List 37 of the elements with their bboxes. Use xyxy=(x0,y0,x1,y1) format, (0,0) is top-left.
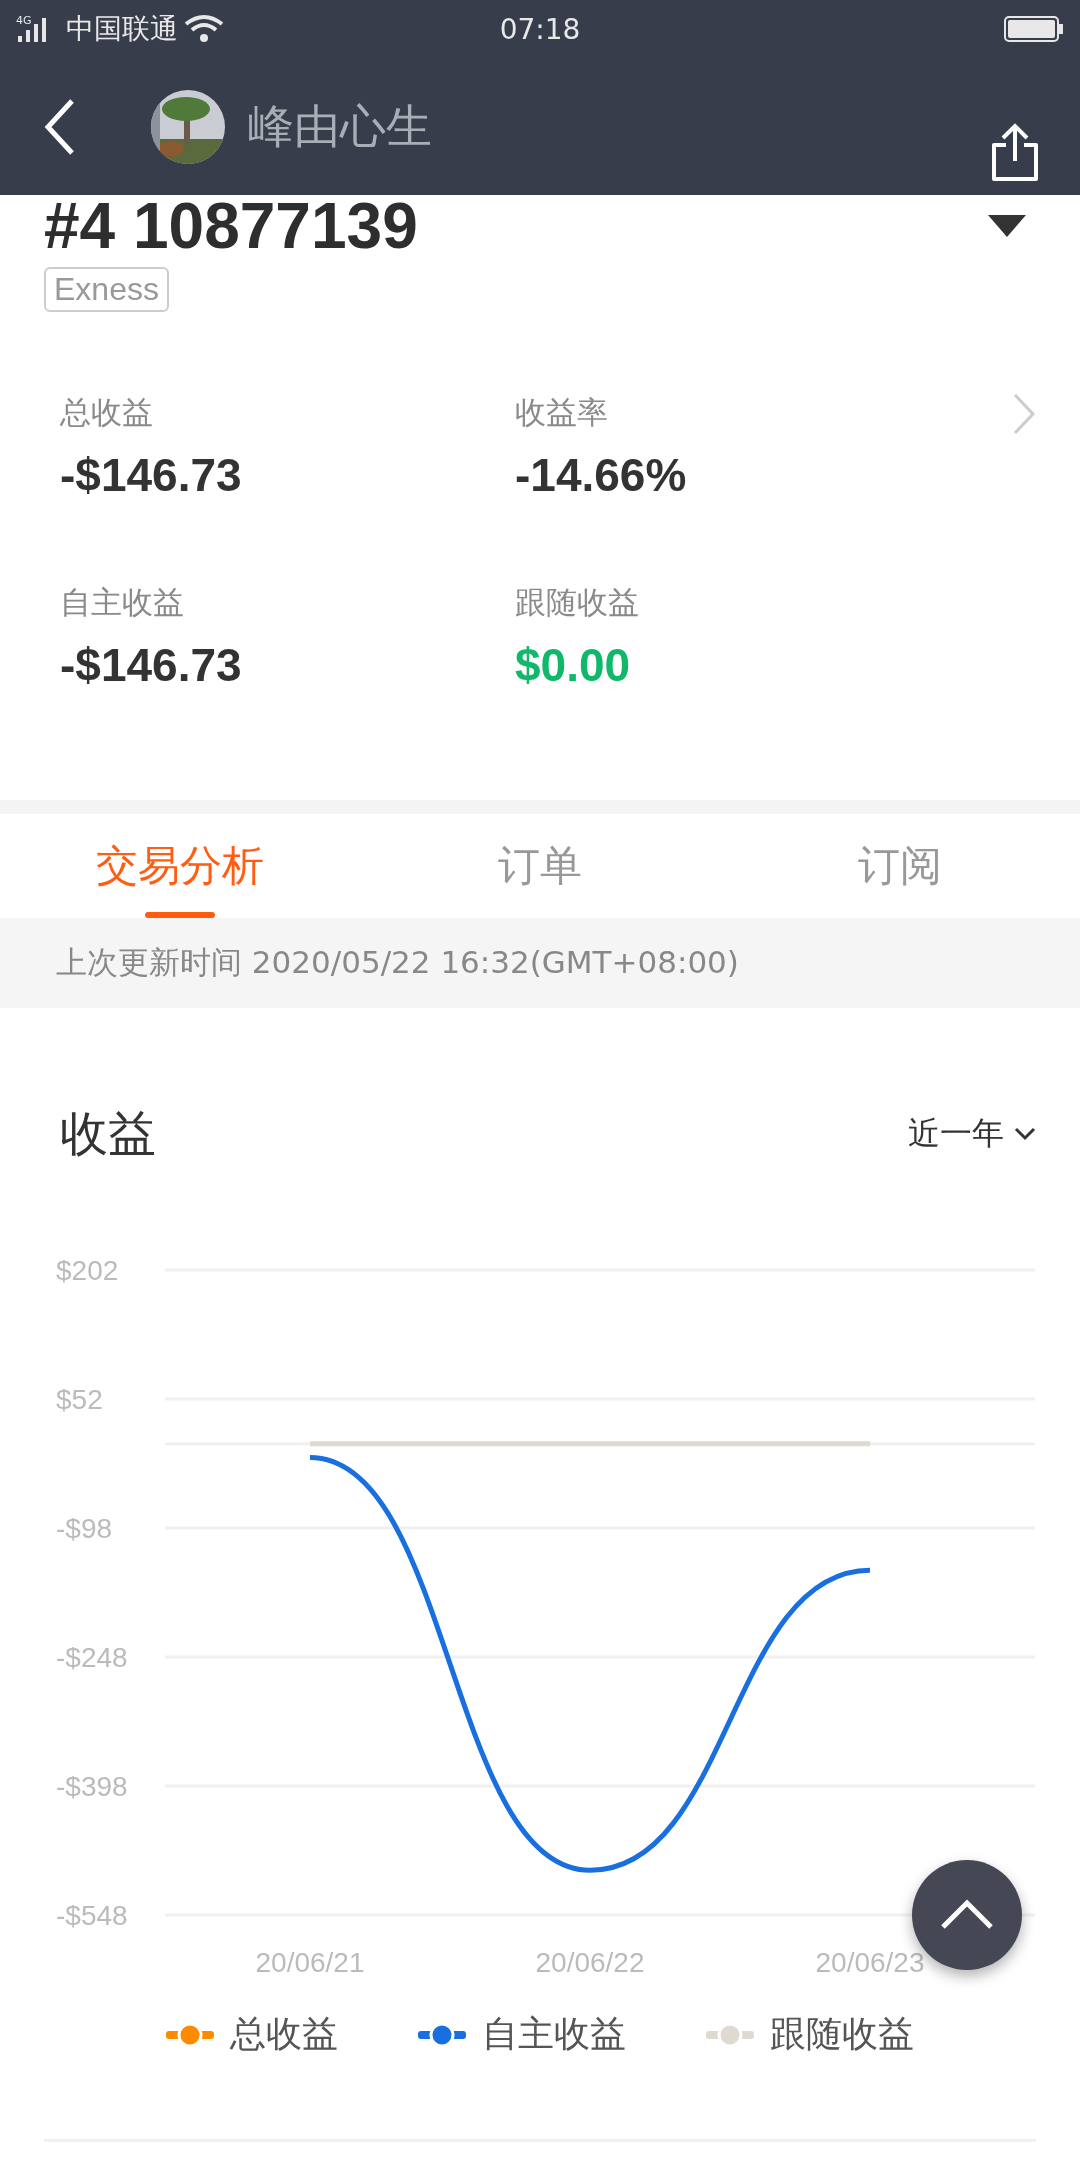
stat-value: -$146.73 xyxy=(60,638,243,692)
stat-value: $0.00 xyxy=(515,638,632,692)
user-name: 峰由心生 xyxy=(248,97,432,155)
chevron-down-icon xyxy=(1014,1127,1036,1141)
legend-label: 跟随收益 xyxy=(770,2012,914,2056)
x-axis-label: 20/06/22 xyxy=(535,1947,645,1978)
dropdown-icon[interactable] xyxy=(988,215,1026,237)
stat-label: 自主收益 xyxy=(60,583,185,622)
status-time: 07:18 xyxy=(499,12,581,46)
update-time: 上次更新时间 2020/05/22 16:32(GMT+08:00) xyxy=(56,943,739,982)
tab[interactable]: 订单 xyxy=(360,814,720,918)
x-axis-label: 20/06/23 xyxy=(815,1947,925,1978)
tab[interactable]: 交易分析 xyxy=(0,814,360,918)
legend-label: 总收益 xyxy=(230,2012,338,2056)
stat-label: 跟随收益 xyxy=(515,583,640,622)
legend-label: 自主收益 xyxy=(482,2012,626,2056)
wifi-icon xyxy=(184,14,226,44)
x-axis-label: 20/06/21 xyxy=(255,1947,365,1978)
period-selector[interactable]: 近一年 xyxy=(908,1112,1036,1156)
battery-icon xyxy=(1004,16,1064,42)
carrier-name: 中国联通 xyxy=(66,11,178,47)
stat-label: 总收益 xyxy=(60,393,154,432)
y-axis-label: $52 xyxy=(56,1384,103,1415)
share-icon[interactable] xyxy=(990,123,1040,183)
y-axis-label: -$98 xyxy=(56,1513,113,1544)
chevron-up-icon xyxy=(939,1899,995,1931)
broker-tag: Exness xyxy=(44,267,169,312)
y-axis-label: -$248 xyxy=(56,1642,128,1673)
y-axis-label: $202 xyxy=(56,1255,119,1286)
y-axis-label: -$398 xyxy=(56,1771,128,1802)
stat-label: 收益率 xyxy=(515,393,609,432)
stat-value: -$146.73 xyxy=(60,448,243,502)
section-title: 收益 xyxy=(60,1104,156,1163)
y-axis-label: -$548 xyxy=(56,1900,128,1931)
tab[interactable]: 订阅 xyxy=(720,814,1080,918)
account-title: #4 10877139 xyxy=(44,189,418,263)
stat-value: -14.66% xyxy=(515,448,688,502)
